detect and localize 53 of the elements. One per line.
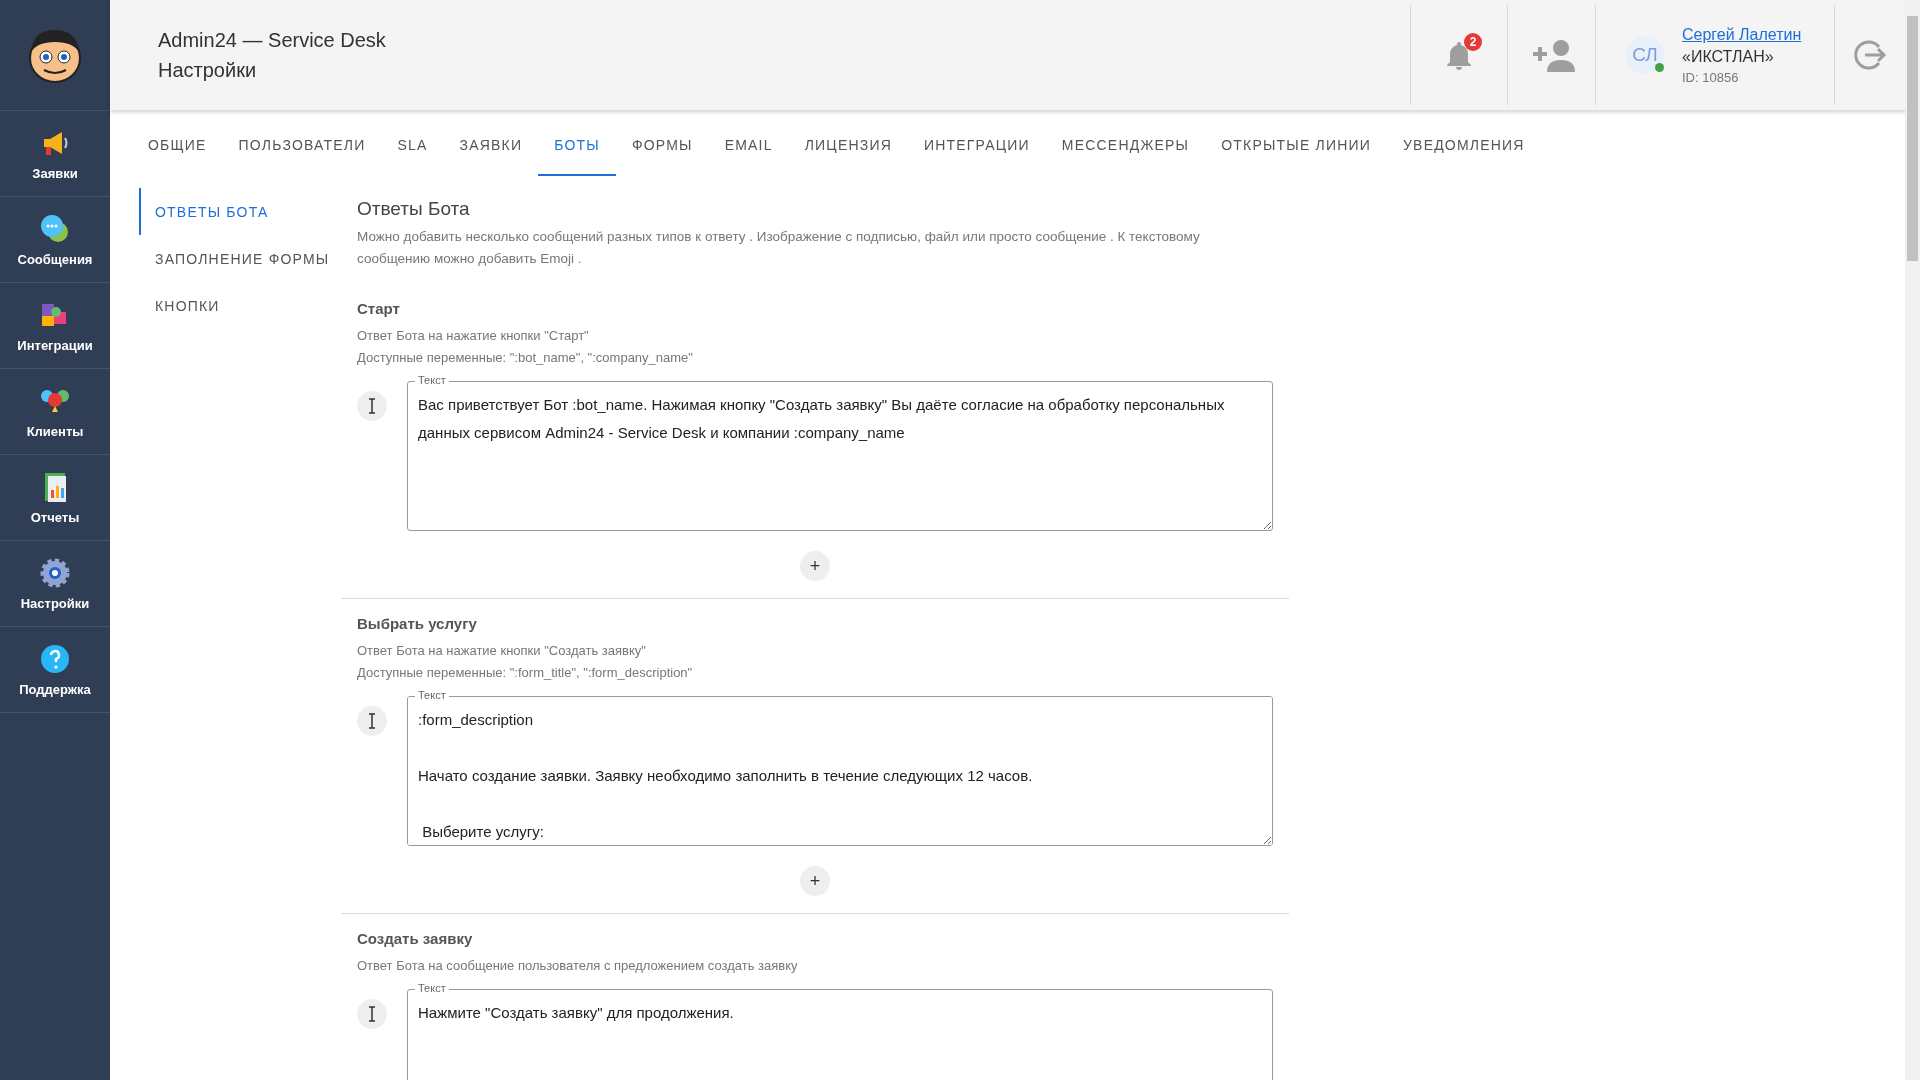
section-heading: Ответы Бота — [357, 198, 471, 220]
add-message-button[interactable]: + — [800, 866, 830, 896]
add-message-button[interactable]: + — [800, 551, 830, 581]
settings-tab[interactable]: ПОЛЬЗОВАТЕЛИ — [222, 116, 382, 176]
reply-hint: Доступные переменные: ":bot_name", ":company_name" — [357, 349, 694, 367]
reply-hint: Доступные переменные: ":form_title", ":form_description" — [357, 664, 694, 682]
reply-title: Создать заявку — [357, 930, 474, 947]
sidebar-item[interactable]: Сообщения — [0, 197, 110, 283]
notification-count-badge: 2 — [1464, 33, 1482, 51]
sidebar-item[interactable]: Заявки — [0, 111, 110, 197]
sidebar-item[interactable]: Поддержка — [0, 627, 110, 713]
user-name-link[interactable]: Сергей Лалетин — [1682, 25, 1802, 44]
logout-icon — [1853, 38, 1887, 72]
text-cursor-icon — [357, 391, 387, 421]
field-label: Текст — [415, 982, 449, 995]
notifications-button[interactable]: 2 — [1432, 29, 1486, 81]
reply-hint: Ответ Бота на сообщение пользователя с предложением создать заявку — [357, 957, 799, 975]
settings-tab[interactable]: УВЕДОМЛЕНИЯ — [1387, 116, 1541, 176]
settings-tab[interactable]: SLA — [381, 116, 444, 176]
settings-tab[interactable]: ФОРМЫ — [615, 116, 709, 176]
text-cursor-icon — [357, 706, 387, 736]
page-scrollbar[interactable] — [1905, 0, 1920, 1080]
settings-tab[interactable]: ЗАЯВКИ — [443, 116, 539, 176]
sidebar-item[interactable]: Клиенты — [0, 369, 110, 455]
text-cursor-icon — [357, 999, 387, 1029]
reply-title: Старт — [357, 300, 401, 317]
field-label: Текст — [415, 374, 449, 387]
sidebar-item[interactable]: Настройки — [0, 541, 110, 627]
subnav-item[interactable]: КНОПКИ — [139, 282, 341, 329]
gear-icon — [38, 556, 72, 590]
settings-tab[interactable]: ОБЩИЕ — [132, 116, 223, 176]
sidebar-item[interactable]: Отчеты — [0, 455, 110, 541]
field-label: Текст — [415, 689, 449, 702]
app-title: Admin24 — Service Desk — [158, 28, 387, 52]
settings-tab[interactable]: EMAIL — [708, 116, 789, 176]
section-description: Можно добавить несколько сообщений разных типов к ответу . Изображение с подписью, файл или просто сообщение . К текстовому сообщению можно добавить Emoji . — [357, 228, 1201, 268]
company-name: «ИКСТЛАН» — [1682, 47, 1775, 66]
reply-hint: Ответ Бота на нажатие кнопки "Старт" — [357, 327, 590, 345]
settings-tab[interactable]: ИНТЕГРАЦИИ — [907, 116, 1046, 176]
user-avatar: СЛ — [1626, 36, 1664, 74]
reply-title: Выбрать услугу — [357, 615, 478, 632]
settings-tab[interactable]: ОТКРЫТЫЕ ЛИНИИ — [1205, 116, 1387, 176]
settings-tab[interactable]: БОТЫ — [538, 116, 616, 176]
settings-tab[interactable]: МЕССЕНДЖЕРЫ — [1045, 116, 1206, 176]
bell-icon — [1444, 39, 1474, 71]
page-title: Настройки — [158, 58, 258, 82]
settings-tab[interactable]: ЛИЦЕНЗИЯ — [788, 116, 908, 176]
sidebar-item[interactable]: Интеграции — [0, 283, 110, 369]
subnav-item[interactable]: ЗАПОЛНЕНИЕ ФОРМЫ — [139, 235, 341, 282]
reply-hint: Ответ Бота на нажатие кнопки "Создать заявку" — [357, 642, 647, 660]
subnav-item[interactable]: ОТВЕТЫ БОТА — [139, 188, 341, 235]
help-icon — [38, 642, 72, 676]
user-id: ID: 10856 — [1682, 69, 1740, 85]
